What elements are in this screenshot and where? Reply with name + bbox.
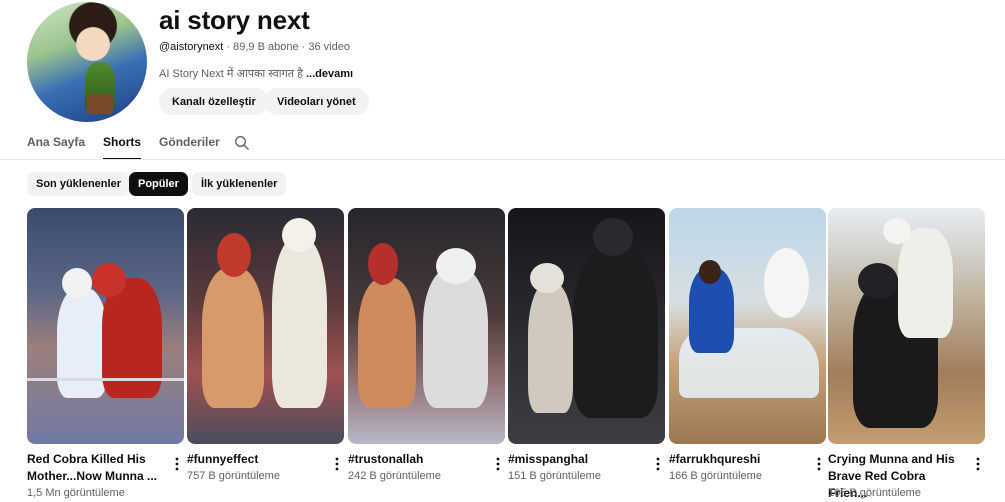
channel-meta: @aistorynext · 89,9 B abone · 36 video xyxy=(159,41,350,53)
video-views: 151 B görüntüleme xyxy=(508,470,601,482)
more-vert-icon[interactable] xyxy=(971,456,985,472)
search-icon[interactable] xyxy=(234,135,250,151)
avatar-pot xyxy=(87,94,113,114)
video-title[interactable]: #funnyeffect xyxy=(187,451,322,468)
customize-channel-button[interactable]: Kanalı özelleştir xyxy=(159,88,269,115)
chip-oldest[interactable]: İlk yüklenenler xyxy=(192,172,287,196)
more-vert-icon[interactable] xyxy=(651,456,665,472)
more-vert-icon[interactable] xyxy=(330,456,344,472)
chip-popular[interactable]: Popüler xyxy=(129,172,188,196)
video-title[interactable]: #misspanghal xyxy=(508,451,643,468)
video-views: 105 B görüntüleme xyxy=(828,487,921,499)
video-views: 166 B görüntüleme xyxy=(669,470,762,482)
video-thumbnail[interactable] xyxy=(27,208,184,444)
short-card[interactable]: #farrukhqureshi 166 B görüntüleme xyxy=(669,208,826,482)
description-more-link[interactable]: ...devamı xyxy=(306,68,353,80)
video-title[interactable]: Red Cobra Killed His Mother...Now Munna … xyxy=(27,451,162,485)
chip-latest[interactable]: Son yüklenenler xyxy=(27,172,130,196)
video-thumbnail[interactable] xyxy=(508,208,665,444)
video-thumbnail[interactable] xyxy=(828,208,985,444)
video-thumbnail[interactable] xyxy=(187,208,344,444)
video-views: 242 B görüntüleme xyxy=(348,470,441,482)
more-vert-icon[interactable] xyxy=(170,456,184,472)
tab-home[interactable]: Ana Sayfa xyxy=(27,132,85,160)
short-card[interactable]: #trustonallah 242 B görüntüleme xyxy=(348,208,505,482)
short-card[interactable]: #funnyeffect 757 B görüntüleme xyxy=(187,208,344,482)
channel-stats: · 89,9 B abone · 36 video xyxy=(223,41,350,53)
video-title[interactable]: #farrukhqureshi xyxy=(669,451,804,468)
tab-posts[interactable]: Gönderiler xyxy=(159,132,220,160)
description-text: AI Story Next में आपका स्वागत है xyxy=(159,68,306,80)
tab-shorts[interactable]: Shorts xyxy=(103,132,142,160)
short-card[interactable]: Red Cobra Killed His Mother...Now Munna … xyxy=(27,208,184,499)
manage-videos-button[interactable]: Videoları yönet xyxy=(264,88,369,115)
more-vert-icon[interactable] xyxy=(491,456,505,472)
channel-tabs: Ana Sayfa Shorts Gönderiler xyxy=(27,132,238,160)
video-thumbnail[interactable] xyxy=(348,208,505,444)
video-thumbnail[interactable] xyxy=(669,208,826,444)
channel-name: ai story next xyxy=(159,5,310,35)
more-vert-icon[interactable] xyxy=(812,456,826,472)
channel-avatar[interactable] xyxy=(27,2,147,122)
channel-description[interactable]: AI Story Next में आपका स्वागत है ...deva… xyxy=(159,66,353,81)
video-title[interactable]: #trustonallah xyxy=(348,451,483,468)
tabs-divider xyxy=(0,159,1005,160)
short-card[interactable]: #misspanghal 151 B görüntüleme xyxy=(508,208,665,482)
video-views: 757 B görüntüleme xyxy=(187,470,280,482)
video-views: 1,5 Mn görüntüleme xyxy=(27,487,125,499)
short-card[interactable]: Crying Munna and His Brave Red Cobra Fri… xyxy=(828,208,985,500)
channel-handle: @aistorynext xyxy=(159,41,224,53)
